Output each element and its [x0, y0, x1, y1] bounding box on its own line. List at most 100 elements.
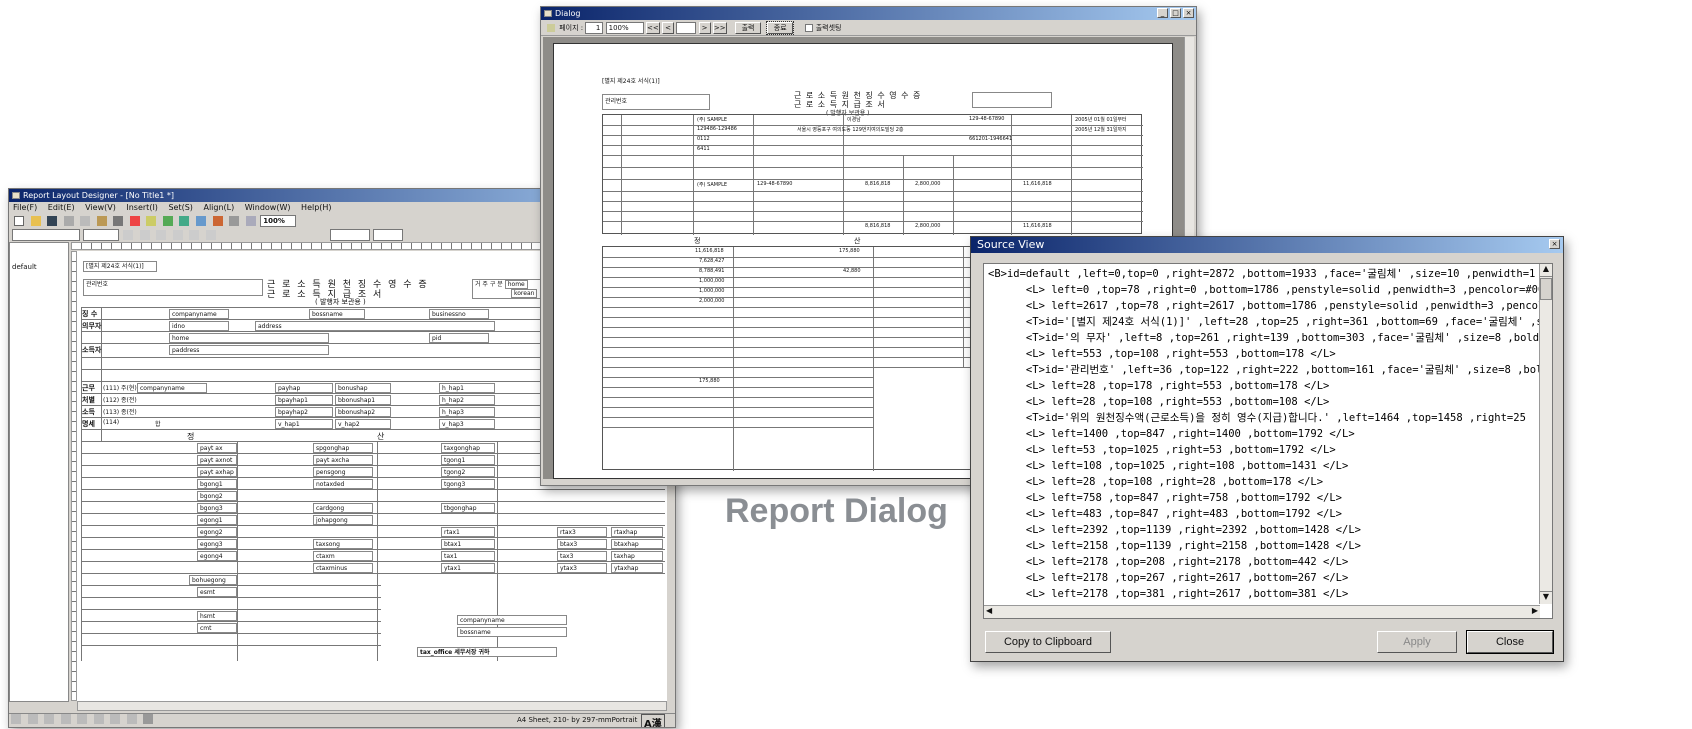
status-icon-6[interactable]: [93, 714, 104, 724]
copy-to-clipboard-button[interactable]: Copy to Clipboard: [985, 631, 1111, 653]
field-home[interactable]: home: [169, 333, 329, 343]
print-icon[interactable]: [113, 215, 124, 226]
field-bgong2[interactable]: bgong2: [197, 491, 237, 501]
status-grid-icon[interactable]: [143, 714, 154, 724]
prev-page-button[interactable]: <: [662, 22, 675, 34]
field-idno[interactable]: idno: [169, 321, 229, 331]
minimize-button[interactable]: _: [1157, 8, 1168, 18]
field-v-hap3[interactable]: v_hap3: [439, 419, 495, 429]
field-btax3[interactable]: btax3: [557, 539, 607, 549]
source-text-area[interactable]: <B>id=default ,left=0,top=0 ,right=2872 …: [983, 263, 1553, 619]
field-cmt[interactable]: cmt: [197, 623, 237, 633]
menu-help[interactable]: Help(H): [301, 203, 332, 212]
help-icon[interactable]: [129, 215, 140, 226]
scroll-up-arrow[interactable]: ▲: [1540, 264, 1552, 277]
field-egong3[interactable]: egong3: [197, 539, 237, 549]
align-right-icon[interactable]: [205, 229, 216, 240]
field-pensgong[interactable]: pensgong: [313, 467, 373, 477]
mgmt-no-field[interactable]: 관리번호: [83, 279, 263, 296]
menu-view[interactable]: View(V): [85, 203, 116, 212]
field-paytax[interactable]: payt ax: [197, 443, 237, 453]
align-icon[interactable]: [245, 215, 256, 226]
align-center-icon[interactable]: [189, 229, 200, 240]
status-icon-4[interactable]: [60, 714, 71, 724]
tree-item-default[interactable]: default: [12, 263, 37, 271]
status-icon-8[interactable]: [126, 714, 137, 724]
field-taxgonghap[interactable]: taxgonghap: [441, 443, 495, 453]
field-taxhap[interactable]: taxhap: [611, 551, 663, 561]
box-tool-icon[interactable]: [196, 215, 207, 226]
image-tool-icon[interactable]: [212, 215, 223, 226]
field-bbonushap2[interactable]: bbonushap2: [335, 407, 391, 417]
field-bpayhap1[interactable]: bpayhap1: [275, 395, 333, 405]
source-hscroll[interactable]: ◀ ▶: [984, 605, 1540, 618]
maximize-button[interactable]: □: [1170, 8, 1181, 18]
underline-icon[interactable]: [156, 229, 167, 240]
paste-icon[interactable]: [96, 215, 107, 226]
field-companyname-2[interactable]: companyname: [137, 383, 207, 393]
dialog-titlebar[interactable]: Dialog _ □ ×: [541, 7, 1196, 20]
field-ctaxminus[interactable]: ctaxminus: [313, 563, 373, 573]
align-left-icon[interactable]: [172, 229, 183, 240]
field-h-hap1[interactable]: h_hap1: [439, 383, 495, 393]
font-select[interactable]: [12, 228, 80, 241]
open-icon[interactable]: [30, 215, 41, 226]
field-esmt[interactable]: esmt: [197, 587, 237, 597]
field-bohuegong[interactable]: bohuegong: [189, 575, 237, 585]
text-tool-icon[interactable]: [146, 215, 157, 226]
field-businessno[interactable]: businessno: [429, 309, 489, 319]
field-tax-office[interactable]: tax_office 세무서장 귀하: [417, 647, 557, 657]
field-v-hap2[interactable]: v_hap2: [335, 419, 391, 429]
italic-icon[interactable]: [139, 229, 150, 240]
scroll-thumb[interactable]: [1540, 278, 1552, 300]
menu-edit[interactable]: Edit(E): [48, 203, 75, 212]
field-rtax1[interactable]: rtax1: [441, 527, 495, 537]
field-bbonushap1[interactable]: bbonushap1: [335, 395, 391, 405]
menu-insert[interactable]: Insert(I): [126, 203, 158, 212]
field-tax3[interactable]: tax3: [557, 551, 607, 561]
page-input[interactable]: 1: [585, 22, 604, 34]
field-paytaxcha[interactable]: payt axcha: [313, 455, 373, 465]
menu-align[interactable]: Align(L): [203, 203, 234, 212]
field-bonushap[interactable]: bonushap: [335, 383, 391, 393]
field-tbgonghap[interactable]: tbgonghap: [441, 503, 495, 513]
source-vscroll[interactable]: ▲ ▼: [1539, 264, 1552, 604]
exit-button[interactable]: 종료: [766, 21, 795, 35]
field-ytaxhap[interactable]: ytaxhap: [611, 563, 663, 573]
status-icon-7[interactable]: [110, 714, 121, 724]
field-tgong3[interactable]: tgong3: [441, 479, 495, 489]
field-btaxhap[interactable]: btaxhap: [611, 539, 663, 549]
source-titlebar[interactable]: Source View ×: [971, 237, 1563, 253]
menu-file[interactable]: File(F): [13, 203, 37, 212]
status-icon-1[interactable]: [11, 714, 21, 724]
close-button[interactable]: Close: [1466, 630, 1554, 654]
cut-icon[interactable]: [63, 215, 74, 226]
field-johapgong[interactable]: johapgong: [313, 515, 373, 525]
field-rtaxhap[interactable]: rtaxhap: [611, 527, 663, 537]
field-tgong1[interactable]: tgong1: [441, 455, 495, 465]
field-bgong1[interactable]: bgong1: [197, 479, 237, 489]
next-page-button[interactable]: >: [698, 22, 711, 34]
field-ytax3[interactable]: ytax3: [557, 563, 607, 573]
designer-hscroll[interactable]: [77, 701, 667, 711]
menu-set[interactable]: Set(S): [168, 203, 192, 212]
field-tgong2[interactable]: tgong2: [441, 467, 495, 477]
field-h-hap2[interactable]: h_hap2: [439, 395, 495, 405]
field-paddress[interactable]: paddress: [169, 345, 329, 355]
scroll-left-arrow[interactable]: ◀: [986, 606, 992, 615]
field-payhap[interactable]: payhap: [275, 383, 333, 393]
source-close-icon[interactable]: ×: [1549, 239, 1560, 249]
table-tool-icon[interactable]: [162, 215, 173, 226]
scroll-down-arrow[interactable]: ▼: [1540, 591, 1552, 604]
field-egong2[interactable]: egong2: [197, 527, 237, 537]
zoom-dropdown[interactable]: 100%: [605, 22, 644, 34]
field-address[interactable]: address: [255, 321, 495, 331]
field-h-hap3[interactable]: h_hap3: [439, 407, 495, 417]
field-hsmt[interactable]: hsmt: [197, 611, 237, 621]
field-notaxded[interactable]: notaxded: [313, 479, 373, 489]
size-select[interactable]: [82, 228, 119, 241]
color-select[interactable]: [372, 228, 403, 241]
print-button[interactable]: 출력: [735, 22, 762, 34]
grid-icon[interactable]: [229, 215, 240, 226]
first-page-button[interactable]: <<: [645, 22, 660, 34]
